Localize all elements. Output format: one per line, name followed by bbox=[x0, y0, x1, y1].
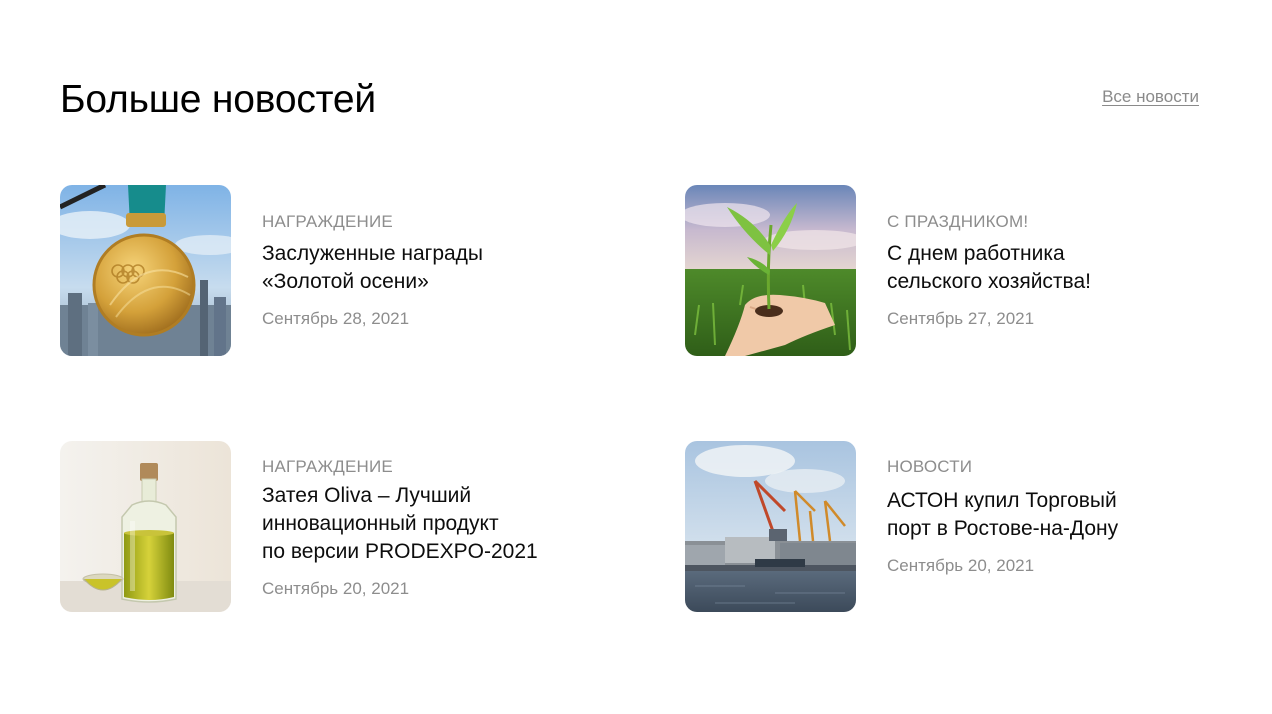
headline-line: сельского хозяйства! bbox=[887, 270, 1091, 293]
news-headline[interactable]: АСТОН купил Торговый порт в Ростове-на-Д… bbox=[887, 487, 1227, 543]
news-date: Сентябрь 20, 2021 bbox=[262, 579, 410, 598]
headline-line: порт в Ростове-на-Дону bbox=[887, 517, 1119, 540]
all-news-link[interactable]: Все новости bbox=[1102, 87, 1199, 107]
news-category: С ПРАЗДНИКОМ! bbox=[887, 212, 1029, 231]
port-cranes-photo[interactable] bbox=[685, 441, 856, 612]
news-category: НАГРАЖДЕНИЕ bbox=[262, 457, 393, 476]
news-header: Больше новостей Все новости bbox=[60, 76, 1199, 124]
news-card-2[interactable]: С ПРАЗДНИКОМ! С днем работника сельского… bbox=[685, 185, 1245, 357]
olive-oil-bottle-photo[interactable] bbox=[60, 441, 231, 612]
news-headline[interactable]: С днем работника сельского хозяйства! bbox=[887, 240, 1227, 296]
news-card-4[interactable]: НОВОСТИ АСТОН купил Торговый порт в Рост… bbox=[685, 441, 1245, 613]
news-headline[interactable]: Затея Oliva – Лучший инновационный проду… bbox=[262, 482, 602, 566]
headline-line: АСТОН купил Торговый bbox=[887, 489, 1117, 512]
headline-line: инновационный продукт bbox=[262, 512, 499, 535]
news-card-text: НОВОСТИ АСТОН купил Торговый порт в Рост… bbox=[887, 456, 1227, 577]
news-card-text: С ПРАЗДНИКОМ! С днем работника сельского… bbox=[887, 211, 1227, 330]
news-headline[interactable]: Заслуженные награды «Золотой осени» bbox=[262, 240, 602, 296]
news-date: Сентябрь 20, 2021 bbox=[887, 556, 1035, 575]
headline-line: Заслуженные награды bbox=[262, 242, 484, 265]
news-date: Сентябрь 28, 2021 bbox=[262, 309, 410, 328]
news-card-text: НАГРАЖДЕНИЕ Затея Oliva – Лучший инновац… bbox=[262, 456, 602, 600]
seedling-in-hand-photo[interactable] bbox=[685, 185, 856, 356]
news-date: Сентябрь 27, 2021 bbox=[887, 309, 1035, 328]
headline-line: Затея Oliva – Лучший bbox=[262, 484, 472, 507]
headline-line: «Золотой осени» bbox=[262, 270, 429, 293]
news-category: НАГРАЖДЕНИЕ bbox=[262, 212, 393, 231]
page-title: Больше новостей bbox=[60, 78, 376, 121]
gold-medal-photo[interactable] bbox=[60, 185, 231, 356]
headline-line: С днем работника bbox=[887, 242, 1065, 265]
news-category: НОВОСТИ bbox=[887, 457, 973, 476]
news-card-1[interactable]: НАГРАЖДЕНИЕ Заслуженные награды «Золотой… bbox=[60, 185, 620, 357]
news-card-text: НАГРАЖДЕНИЕ Заслуженные награды «Золотой… bbox=[262, 211, 602, 330]
news-card-3[interactable]: НАГРАЖДЕНИЕ Затея Oliva – Лучший инновац… bbox=[60, 441, 620, 613]
headline-line: по версии PRODEXPO-2021 bbox=[262, 540, 538, 563]
